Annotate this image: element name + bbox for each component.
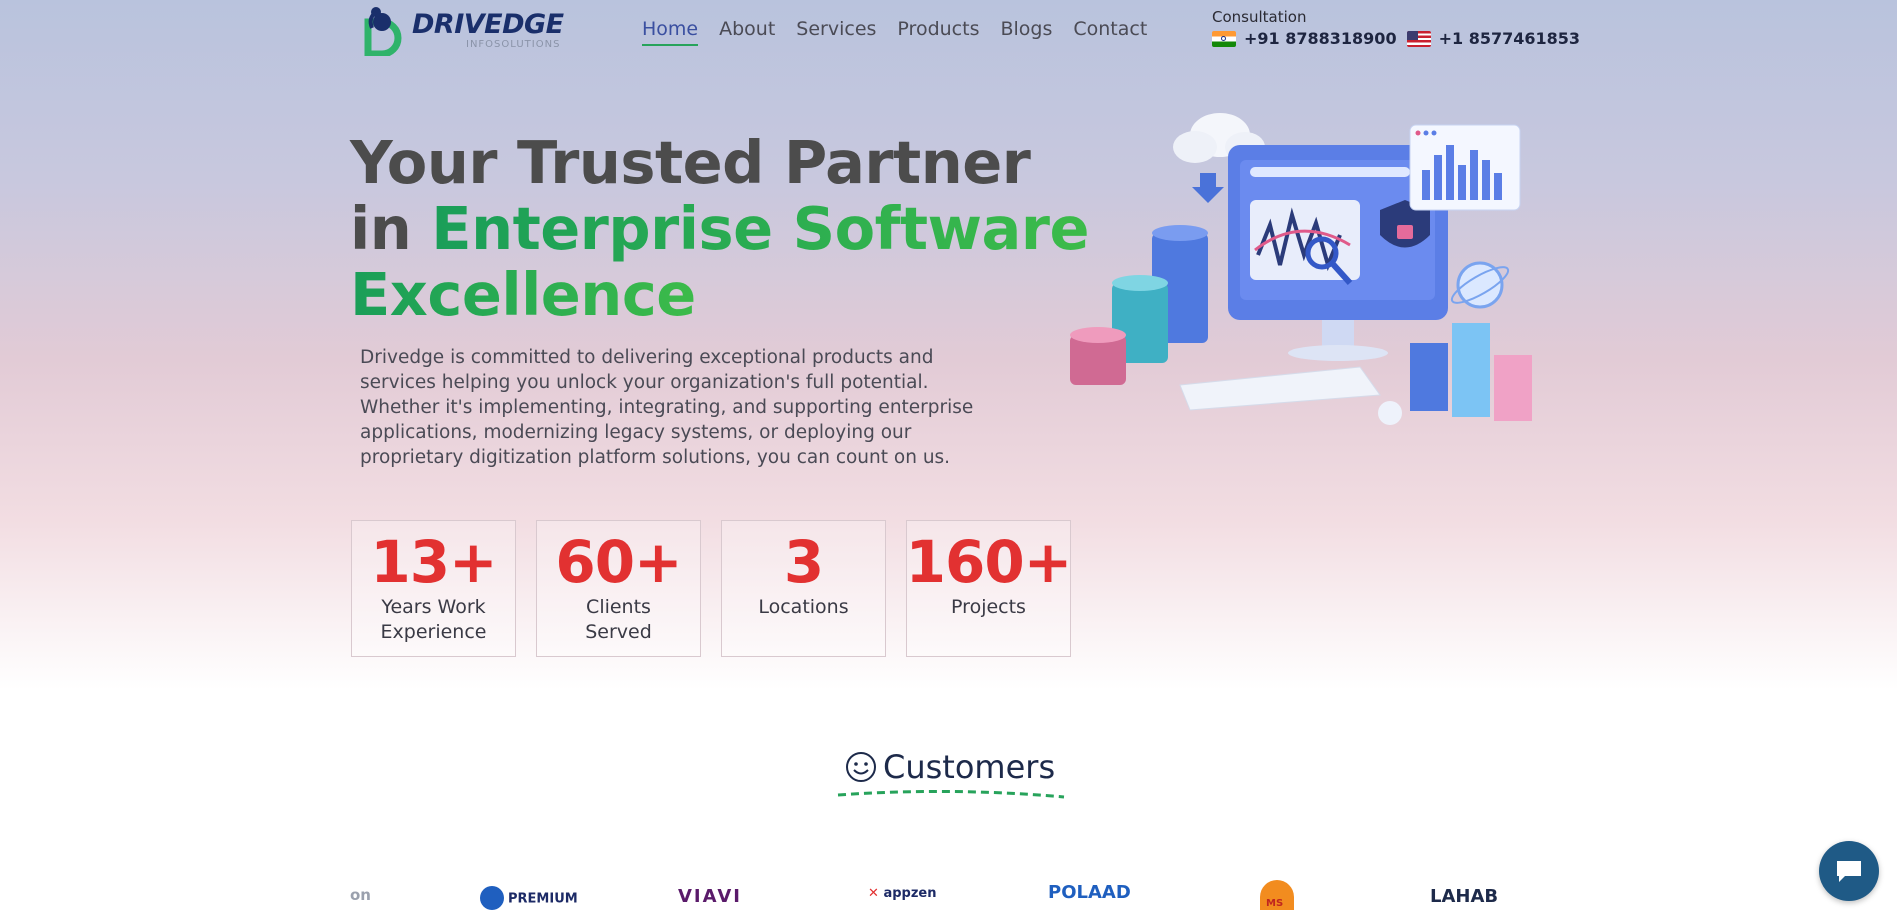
india-flag-icon — [1212, 30, 1236, 47]
hero-title-line3-green: Excellence — [350, 260, 696, 329]
stats-row: 13+ Years Work Experience 60+ Clients Se… — [351, 520, 1073, 657]
stat-label: Locations — [758, 596, 849, 618]
main-nav: Home About Services Products Blogs Conta… — [642, 18, 1147, 46]
chat-bubble-icon — [1837, 861, 1861, 882]
keyboard-icon — [1179, 366, 1402, 425]
stat-value: 60+ — [555, 528, 682, 596]
premium-logo-icon — [480, 886, 504, 910]
bar-chart-window-icon — [1409, 124, 1521, 211]
phone-india-number: +91 8788318900 — [1244, 29, 1397, 48]
nav-blogs[interactable]: Blogs — [1000, 18, 1052, 46]
customer-logo: LAHAB — [1430, 886, 1499, 907]
nav-home[interactable]: Home — [642, 18, 699, 46]
customers-underline-decoration — [837, 789, 1065, 799]
site-header: DRIVEDGE INFOSOLUTIONS Home About Servic… — [0, 0, 1897, 62]
customer-logo: MS — [1260, 880, 1294, 910]
customer-logo: on — [350, 886, 371, 904]
customers-title: Customers — [883, 748, 1056, 786]
appzen-mark-icon: ✕ — [868, 886, 879, 901]
stat-card-experience: 13+ Years Work Experience — [351, 520, 516, 657]
phone-us-number: +1 8577461853 — [1438, 29, 1581, 48]
hero-illustration — [1060, 105, 1540, 435]
customer-logo: ✕ appzen — [868, 886, 937, 901]
database-stack-icon — [1070, 225, 1208, 385]
hero-title: Your Trusted Partner in Enterprise Softw… — [350, 130, 1110, 328]
3d-bars-icon — [1410, 323, 1532, 421]
nav-services[interactable]: Services — [796, 18, 876, 46]
customer-logo: POLAAD — [1048, 882, 1131, 903]
hero-title-line1: Your Trusted Partner — [350, 128, 1031, 197]
brand-logo[interactable]: DRIVEDGE INFOSOLUTIONS — [362, 4, 564, 58]
stat-card-projects: 160+ Projects — [905, 520, 1073, 657]
nav-contact[interactable]: Contact — [1073, 18, 1147, 46]
stat-card-locations: 3 Locations — [721, 520, 886, 657]
phone-india-link[interactable]: +91 8788318900 — [1212, 29, 1397, 48]
customer-logo: VIAVI — [678, 886, 742, 907]
smiley-icon — [846, 752, 876, 782]
brand-subtitle: INFOSOLUTIONS — [466, 38, 561, 50]
stat-label: Projects — [951, 596, 1026, 618]
logo-mark-icon — [362, 4, 406, 58]
us-flag-icon — [1406, 30, 1431, 47]
chat-button[interactable] — [1819, 841, 1879, 901]
consultation-contact: Consultation +91 8788318900 +1 857746185… — [1212, 8, 1580, 48]
brand-name: DRIVEDGE — [412, 8, 564, 40]
consultation-label: Consultation — [1212, 8, 1307, 26]
nav-about[interactable]: About — [719, 18, 775, 46]
globe-icon — [1450, 261, 1510, 309]
hero-description: Drivedge is committed to delivering exce… — [360, 347, 974, 468]
customer-logo: PREMIUM — [480, 886, 578, 910]
hero-title-line2-plain: in — [350, 194, 432, 263]
stat-value: 3 — [783, 528, 824, 596]
stat-value: 13+ — [370, 528, 497, 596]
stat-value: 160+ — [905, 528, 1073, 596]
customer-logos-strip: on PREMIUM VIAVI ✕ appzen POLAAD MS LAHA… — [340, 880, 1520, 915]
customers-heading: Customers — [845, 748, 1055, 786]
nav-products[interactable]: Products — [897, 18, 979, 46]
stat-label: Clients Served — [585, 596, 652, 643]
phone-us-link[interactable]: +1 8577461853 — [1406, 29, 1581, 48]
stat-label: Years Work Experience — [380, 596, 487, 643]
stat-card-clients: 60+ Clients Served — [536, 520, 701, 657]
hero-title-line2-green: Enterprise Software — [431, 194, 1089, 263]
